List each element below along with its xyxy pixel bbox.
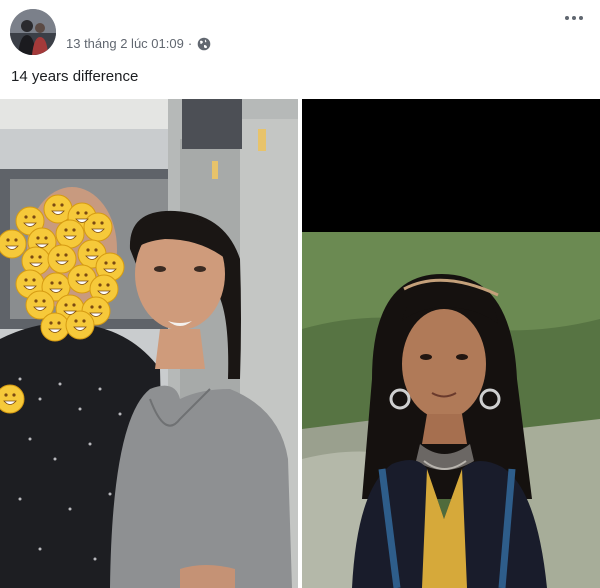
post-text: 14 years difference — [11, 68, 139, 85]
photo-left[interactable] — [0, 99, 298, 588]
post-timestamp[interactable]: 13 tháng 2 lúc 01:09 — [66, 36, 184, 51]
photo-right[interactable] — [302, 99, 600, 588]
globe-icon[interactable] — [197, 37, 211, 51]
post-header: 13 tháng 2 lúc 01:09 · — [0, 0, 600, 60]
post-meta: 13 tháng 2 lúc 01:09 · — [66, 36, 211, 51]
meta-separator: · — [187, 36, 193, 51]
more-options-icon[interactable] — [562, 8, 586, 28]
author-avatar[interactable] — [10, 9, 56, 55]
